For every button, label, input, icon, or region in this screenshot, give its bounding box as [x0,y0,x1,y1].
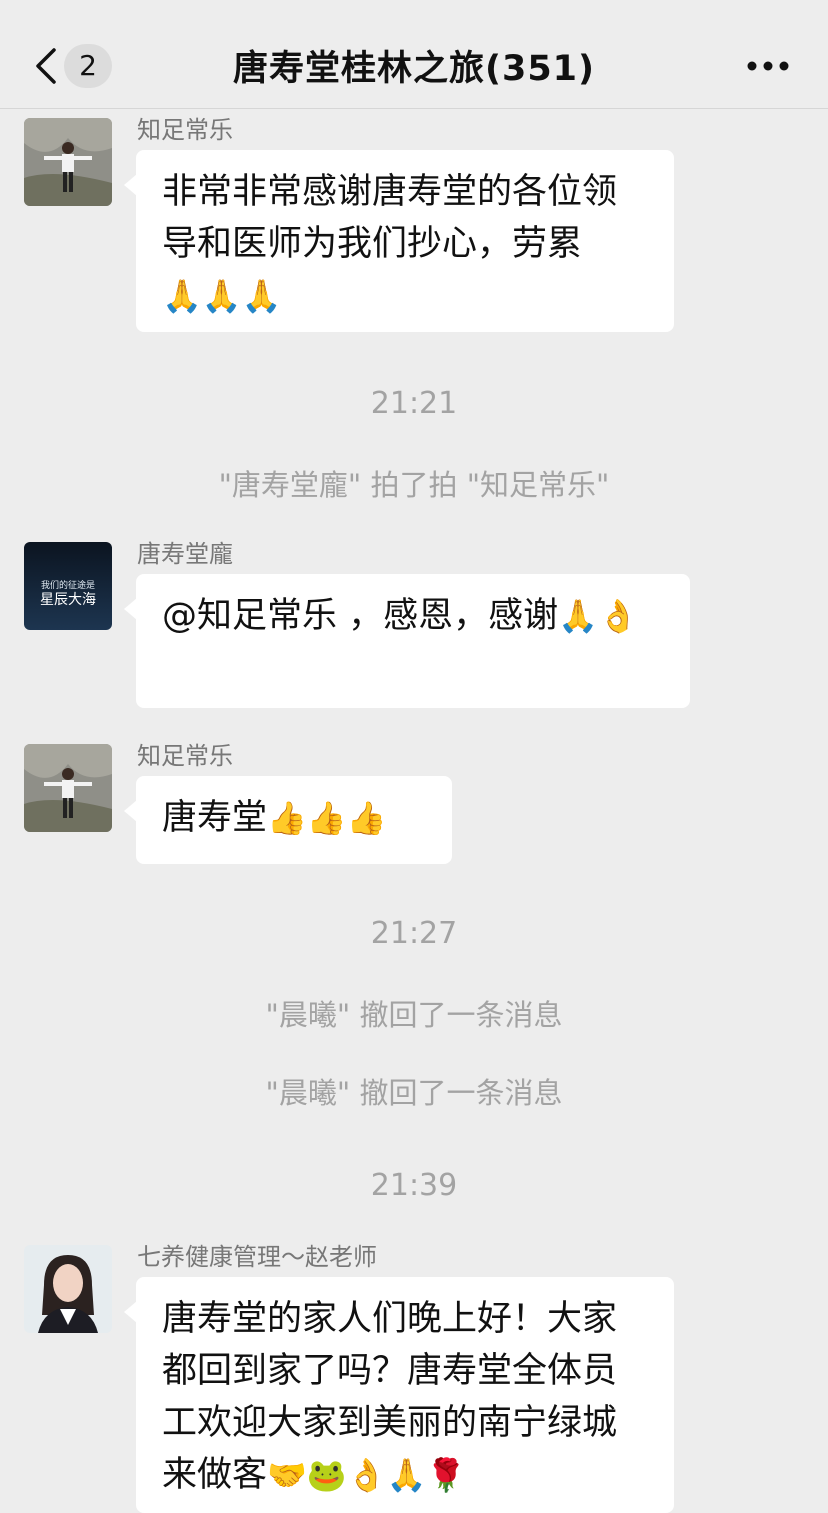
handshake-emoji: 🤝🐸👌🙏🌹 [267,1456,467,1494]
avatar[interactable] [24,118,112,206]
sender-name: 七养健康管理～赵老师 [137,1243,377,1271]
message-bubble[interactable]: 唐寿堂的家人们晚上好！大家都回到家了吗？唐寿堂全体员工欢迎大家到美丽的南宁绿城来… [124,1277,674,1513]
message-bubble[interactable]: 非常非常感谢唐寿堂的各位领导和医师为我们抄心，劳累 🙏🙏🙏 [124,150,674,332]
thumbs-up-emoji: 👍👍👍 [267,799,387,837]
praying-hands-emoji: 🙏🙏🙏 [162,277,282,315]
svg-text:我们的征途是: 我们的征途是 [41,579,95,591]
chat-title: 唐寿堂桂林之旅(351) [232,49,596,89]
pat-notice: "唐寿堂龐" 拍了拍 "知足常乐" [218,468,610,502]
message-text: 非常非常感谢唐寿堂的各位领导和医师为我们抄心，劳累 [162,172,618,264]
back-arrow-icon[interactable] [28,44,68,88]
sender-name: 唐寿堂龐 [137,540,233,568]
message-text: @知足常乐 ，感恩，感谢 [162,596,559,636]
message-bubble[interactable]: @知足常乐 ，感恩，感谢🙏👌 [124,574,690,708]
message-text: 唐寿堂 [162,798,268,838]
avatar[interactable] [24,1245,112,1333]
timestamp: 21:27 [370,916,458,951]
timestamp: 21:21 [370,386,458,421]
praying-hands-emoji: 🙏👌 [558,597,638,635]
sender-name: 知足常乐 [137,742,233,770]
svg-text:星辰大海: 星辰大海 [40,592,96,608]
recall-notice: "晨曦" 撤回了一条消息 [265,998,563,1032]
message-bubble[interactable]: 唐寿堂👍👍👍 [124,776,452,864]
more-options-icon[interactable] [740,48,796,84]
unread-count-badge[interactable]: 2 [64,44,112,88]
timestamp: 21:39 [370,1168,458,1203]
avatar[interactable]: 我们的征途是 星辰大海 [24,542,112,630]
avatar[interactable] [24,744,112,832]
recall-notice: "晨曦" 撤回了一条消息 [265,1076,563,1110]
sender-name: 知足常乐 [137,116,233,144]
chat-header: 2 唐寿堂桂林之旅(351) [0,0,828,109]
